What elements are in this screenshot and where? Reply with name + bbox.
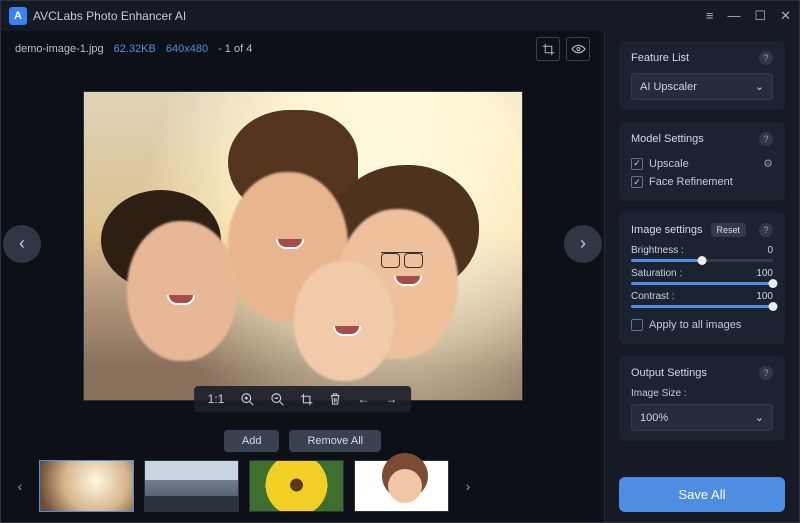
ratio-label[interactable]: 1:1 xyxy=(208,392,225,406)
model-settings-title: Model Settings xyxy=(631,133,704,145)
add-button[interactable]: Add xyxy=(224,430,280,452)
face-refinement-checkbox[interactable] xyxy=(631,176,643,188)
brightness-label: Brightness : xyxy=(631,245,684,256)
file-dimensions: 640x480 xyxy=(166,43,208,55)
upscale-label: Upscale xyxy=(649,158,689,170)
feature-select[interactable]: AI Upscaler ⌄ xyxy=(631,73,773,100)
model-settings-panel: Model Settings? Upscale ⚙ Face Refinemen… xyxy=(619,122,785,201)
apply-all-label: Apply to all images xyxy=(649,319,741,331)
remove-all-button[interactable]: Remove All xyxy=(289,430,381,452)
prev-image-button[interactable]: ‹ xyxy=(3,225,41,263)
saturation-slider[interactable] xyxy=(631,282,773,285)
redo-arrow-icon[interactable]: → xyxy=(385,392,397,406)
preview-eye-icon[interactable] xyxy=(566,37,590,61)
file-info-bar: demo-image-1.jpg 62.32KB 640x480 - 1 of … xyxy=(1,31,604,67)
feature-select-value: AI Upscaler xyxy=(640,81,697,93)
thumb-scroll-left[interactable]: ‹ xyxy=(11,478,29,494)
thumb-scroll-right[interactable]: › xyxy=(459,478,477,494)
gear-icon[interactable]: ⚙ xyxy=(763,157,773,170)
next-image-button[interactable]: › xyxy=(564,225,602,263)
thumbnail-3[interactable] xyxy=(249,460,344,512)
save-all-button[interactable]: Save All xyxy=(619,477,785,512)
image-size-label: Image Size : xyxy=(631,388,773,399)
app-title: AVCLabs Photo Enhancer AI xyxy=(33,9,186,23)
zoom-in-icon[interactable] xyxy=(240,392,254,406)
image-settings-panel: Image settings Reset ? Brightness : 0 Satu… xyxy=(619,213,785,344)
reset-button[interactable]: Reset xyxy=(711,223,747,237)
crop-icon[interactable] xyxy=(536,37,560,61)
chevron-down-icon: ⌄ xyxy=(755,411,764,424)
file-name: demo-image-1.jpg xyxy=(15,43,104,55)
help-icon[interactable]: ? xyxy=(759,132,773,146)
image-viewer: ‹ › 1:1 ← → xyxy=(1,67,604,420)
feature-list-panel: Feature List? AI Upscaler ⌄ xyxy=(619,41,785,110)
delete-icon[interactable] xyxy=(329,392,341,406)
contrast-label: Contrast : xyxy=(631,291,674,302)
menu-icon[interactable]: ≡ xyxy=(706,8,714,24)
help-icon[interactable]: ? xyxy=(759,51,773,65)
help-icon[interactable]: ? xyxy=(759,223,773,237)
right-sidebar: Feature List? AI Upscaler ⌄ Model Settin… xyxy=(604,31,799,522)
titlebar: A AVCLabs Photo Enhancer AI ≡ — ☐ ✕ xyxy=(1,1,799,31)
thumbnail-4[interactable] xyxy=(354,460,449,512)
main-pane: demo-image-1.jpg 62.32KB 640x480 - 1 of … xyxy=(1,31,604,522)
close-icon[interactable]: ✕ xyxy=(780,8,791,24)
thumbnail-2[interactable] xyxy=(144,460,239,512)
help-icon[interactable]: ? xyxy=(759,366,773,380)
file-counter: - 1 of 4 xyxy=(218,43,252,55)
zoom-out-icon[interactable] xyxy=(270,392,284,406)
image-size-value: 100% xyxy=(640,412,668,424)
output-settings-panel: Output Settings? Image Size : 100% ⌄ xyxy=(619,356,785,441)
thumbnail-strip: ‹ › xyxy=(1,460,604,522)
output-settings-title: Output Settings xyxy=(631,367,707,379)
undo-arrow-icon[interactable]: ← xyxy=(357,392,369,406)
image-settings-title: Image settings xyxy=(631,224,703,236)
brightness-slider[interactable] xyxy=(631,259,773,262)
contrast-slider[interactable] xyxy=(631,305,773,308)
maximize-icon[interactable]: ☐ xyxy=(754,8,766,24)
main-image xyxy=(83,91,523,401)
saturation-label: Saturation : xyxy=(631,268,682,279)
brightness-value: 0 xyxy=(767,245,773,256)
apply-all-checkbox[interactable] xyxy=(631,319,643,331)
viewer-toolbar: 1:1 ← → xyxy=(194,386,412,412)
file-size: 62.32KB xyxy=(114,43,156,55)
app-logo-icon: A xyxy=(9,7,27,25)
minimize-icon[interactable]: — xyxy=(727,8,740,24)
upscale-checkbox[interactable] xyxy=(631,158,643,170)
face-refinement-label: Face Refinement xyxy=(649,176,733,188)
feature-list-title: Feature List xyxy=(631,52,689,64)
saturation-value: 100 xyxy=(756,268,773,279)
image-size-select[interactable]: 100% ⌄ xyxy=(631,404,773,431)
crop-tool-icon[interactable] xyxy=(300,393,313,406)
thumbnail-1[interactable] xyxy=(39,460,134,512)
contrast-value: 100 xyxy=(756,291,773,302)
chevron-down-icon: ⌄ xyxy=(755,80,764,93)
